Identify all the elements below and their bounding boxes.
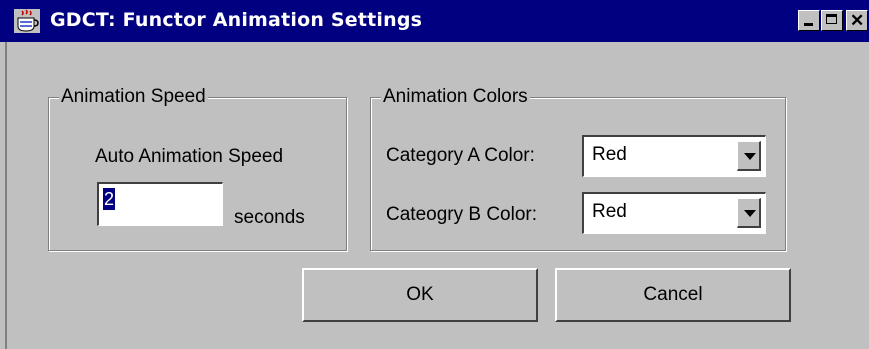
minimize-button[interactable] [798, 10, 820, 31]
close-icon: ✕ [850, 11, 865, 30]
window-left-border [5, 42, 7, 349]
minimize-icon [804, 23, 813, 26]
auto-animation-speed-label: Auto Animation Speed [95, 146, 284, 167]
ok-button[interactable]: OK [302, 268, 538, 322]
maximize-icon [826, 14, 837, 24]
chevron-down-icon [744, 153, 756, 160]
maximize-button[interactable] [821, 10, 843, 31]
animation-colors-legend: Animation Colors [381, 85, 530, 109]
chevron-down-icon [744, 210, 756, 217]
category-b-color-value: Red [592, 201, 627, 222]
ok-button-label: OK [406, 284, 434, 305]
category-b-color-label: Cateogry B Color: [386, 204, 538, 225]
close-button[interactable]: ✕ [846, 10, 868, 31]
category-a-dropdown-button[interactable] [737, 141, 761, 171]
category-a-color-label: Category A Color: [386, 145, 535, 166]
title-bar[interactable]: GDCT: Functor Animation Settings ✕ [0, 0, 869, 42]
animation-speed-legend: Animation Speed [59, 85, 208, 109]
animation-speed-input[interactable]: 2 [97, 182, 223, 226]
category-a-color-value: Red [592, 144, 627, 165]
dialog-window: GDCT: Functor Animation Settings ✕ Anima… [0, 0, 869, 349]
animation-speed-value: 2 [103, 188, 116, 210]
seconds-label: seconds [234, 207, 305, 228]
category-a-color-select[interactable]: Red [582, 135, 766, 177]
window-title: GDCT: Functor Animation Settings [50, 9, 423, 31]
category-b-color-select[interactable]: Red [582, 192, 766, 234]
category-b-dropdown-button[interactable] [737, 198, 761, 228]
cancel-button-label: Cancel [643, 284, 703, 305]
java-cup-icon [14, 9, 40, 33]
cancel-button[interactable]: Cancel [555, 268, 791, 322]
